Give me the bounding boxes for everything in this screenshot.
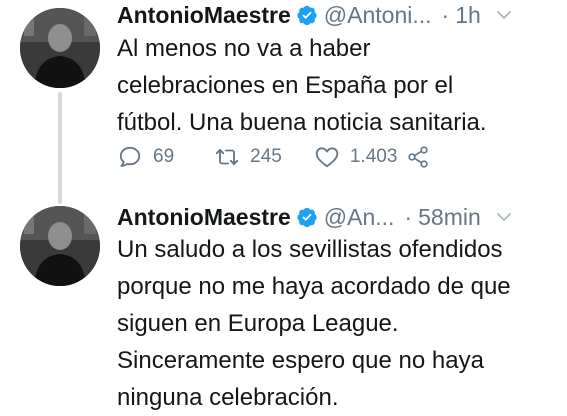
tweet-header: AntonioMaestre @An... · 58min (117, 202, 557, 232)
reply-count: 69 (153, 146, 175, 167)
separator-dot: · (404, 204, 413, 230)
tweet-text-line: Un saludo a los sevillistas ofendidos (117, 236, 503, 263)
retweet-button[interactable]: 245 (214, 144, 282, 170)
tweet-text-line: fútbol. Una buena noticia sanitaria. (117, 109, 487, 136)
share-button[interactable] (406, 145, 430, 169)
verified-badge-icon (296, 206, 318, 228)
tweet-text: Un saludo a los sevillistas ofendidos po… (117, 231, 557, 416)
like-button[interactable]: 1.403 (314, 144, 398, 170)
tweet-text-line: porque no me haya acordado de que (117, 273, 511, 300)
timestamp[interactable]: 1h (455, 0, 481, 30)
separator-dot: · (441, 2, 450, 28)
timestamp[interactable]: 58min (418, 202, 481, 232)
author-name[interactable]: AntonioMaestre (117, 0, 291, 30)
tweet-actions: 69 245 1.403 (117, 140, 557, 174)
like-count: 1.403 (349, 146, 398, 167)
verified-badge-icon (296, 4, 318, 26)
avatar-image (20, 8, 100, 88)
author-name[interactable]: AntonioMaestre (117, 202, 291, 232)
tweet-text-line: celebraciones en España por el (117, 72, 454, 99)
heart-icon (314, 144, 340, 170)
tweet[interactable]: AntonioMaestre @An... · 58min Un saludo … (0, 200, 567, 411)
tweet-text-line: Sinceramente espero que no haya (117, 347, 484, 374)
chevron-down-icon[interactable] (495, 208, 513, 226)
chevron-down-icon[interactable] (495, 6, 513, 24)
avatar[interactable] (20, 206, 100, 286)
tweet-text-line: siguen en Europa League. (117, 310, 399, 337)
tweet-header: AntonioMaestre @Antoni... · 1h (117, 0, 557, 30)
tweet-text-line: Al menos no va a haber (117, 35, 371, 62)
share-icon (406, 145, 430, 169)
avatar-image (20, 206, 100, 286)
reply-icon (117, 144, 143, 170)
tweet-text-line: ninguna celebración. (117, 384, 339, 411)
thread-line (58, 92, 62, 204)
tweet-text: Al menos no va a haber celebraciones en … (117, 30, 557, 141)
avatar[interactable] (20, 8, 100, 88)
tweet[interactable]: AntonioMaestre @Antoni... · 1h Al menos … (0, 0, 567, 204)
retweet-count: 245 (250, 146, 282, 167)
author-handle[interactable]: @Antoni... (324, 0, 432, 30)
retweet-icon (214, 144, 240, 170)
reply-button[interactable]: 69 (117, 144, 174, 170)
author-handle[interactable]: @An... (324, 202, 395, 232)
